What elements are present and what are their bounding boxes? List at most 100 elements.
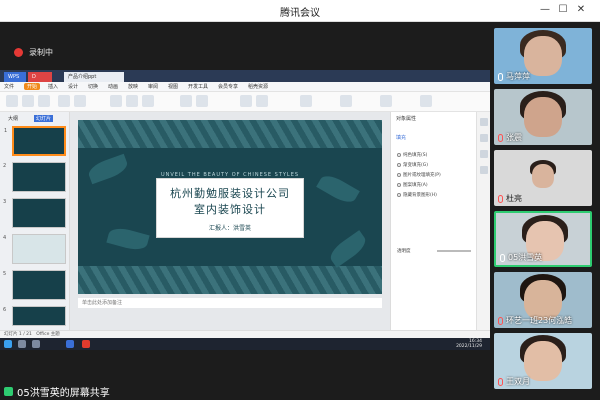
participant-tile-6[interactable]: 王双月 (494, 333, 592, 389)
align-icon[interactable] (180, 95, 192, 107)
paste-icon[interactable] (6, 95, 18, 107)
mic-muted-icon (498, 377, 503, 386)
format-painter-icon[interactable] (38, 95, 50, 107)
menu-home[interactable]: 开始 (24, 83, 41, 90)
meeting-app-icon[interactable] (66, 340, 74, 348)
fill-option-pattern[interactable]: 图案填充(A) (397, 182, 428, 188)
recording-indicator[interactable]: 录制中 (14, 47, 53, 58)
menu-docer[interactable]: 稻壳资源 (248, 83, 268, 90)
participant-face (524, 280, 562, 320)
hide-background-option[interactable]: 隐藏背景图形(H) (397, 192, 437, 198)
windows-taskbar: 16:34 2022/11/29 (0, 338, 490, 350)
transparency-slider[interactable] (437, 250, 471, 252)
floral-band-top (78, 120, 382, 148)
radio-icon (397, 173, 401, 177)
cut-icon[interactable] (22, 95, 34, 107)
title-bar: 腾讯会议 — ☐ ✕ (0, 0, 600, 22)
list-icon[interactable] (196, 95, 208, 107)
shape-icon[interactable] (256, 95, 268, 107)
fill-option-solid[interactable]: 纯色填充(S) (397, 152, 427, 158)
slide-thumb-2[interactable]: 2 (3, 162, 66, 192)
outline-tab[interactable]: 大纲 (8, 115, 18, 122)
participant-name-row: 张震 (498, 132, 522, 143)
current-slide[interactable]: UNVEIL THE BEAUTY OF CHINESE STYLES 杭州勤勉… (78, 120, 382, 294)
menu-view[interactable]: 视图 (168, 83, 178, 90)
arrange-icon[interactable] (300, 95, 312, 107)
menu-design[interactable]: 设计 (68, 83, 78, 90)
font-icon[interactable] (110, 95, 122, 107)
find-icon[interactable] (340, 95, 352, 107)
meeting-window: 腾讯会议 — ☐ ✕ 录制中 WPS D 产品介绍ppt 文件 开始 插入 设计… (0, 0, 600, 400)
participant-name-row: 环艺一班23何泓皓 (498, 315, 572, 326)
menu-transition[interactable]: 切换 (88, 83, 98, 90)
mic-icon (500, 253, 505, 262)
transparency-label: 透明度 (397, 249, 411, 254)
slide-count: 幻灯片 1 / 21 (4, 332, 32, 337)
menu-review[interactable]: 审阅 (148, 83, 158, 90)
floral-band-bottom (78, 266, 382, 294)
select-icon[interactable] (420, 95, 432, 107)
maximize-button[interactable]: ☐ (556, 3, 570, 17)
radio-icon (397, 163, 401, 167)
participant-tile-2[interactable]: 张震 (494, 89, 592, 145)
participant-name-row: 05洪雪英 (500, 252, 542, 263)
notes-field[interactable]: 单击此处添加备注 (78, 298, 382, 308)
mic-muted-icon (498, 316, 503, 325)
new-slide-icon[interactable] (58, 95, 70, 107)
wps-app-icon[interactable] (82, 340, 90, 348)
participant-face (524, 341, 562, 381)
title-card[interactable]: 杭州勤勉服装设计公司 室内装饰设计 汇报人：洪雪英 (156, 178, 304, 238)
slide-thumb-6[interactable]: 6 (3, 306, 66, 326)
menu-insert[interactable]: 插入 (48, 83, 58, 90)
participant-tile-3[interactable]: 杜亮 (494, 150, 592, 206)
design-icon[interactable] (480, 134, 488, 142)
participant-list: 马萍萍 张震 杜亮 05洪雪英 环艺一班23何泓皓 王双月 (494, 28, 592, 394)
slides-tab[interactable]: 幻灯片 (34, 115, 54, 122)
app-tab-d[interactable]: D (28, 72, 52, 82)
textbox-icon[interactable] (240, 95, 252, 107)
participant-face (524, 36, 562, 76)
search-icon[interactable] (18, 340, 26, 348)
slide-canvas[interactable]: UNVEIL THE BEAUTY OF CHINESE STYLES 杭州勤勉… (70, 112, 390, 330)
participant-tile-4[interactable]: 05洪雪英 (494, 211, 592, 267)
slide-title-line1: 杭州勤勉服装设计公司 (170, 187, 290, 200)
shared-screen[interactable]: WPS D 产品介绍ppt 文件 开始 插入 设计 切换 动画 放映 审阅 视图… (0, 70, 490, 350)
property-icon[interactable] (480, 118, 488, 126)
slide-thumb-5[interactable]: 5 (3, 270, 66, 300)
slide-thumbnail-pane[interactable]: 大纲 幻灯片 1 2 3 4 5 6 (0, 112, 70, 330)
slide-thumb-4[interactable]: 4 (3, 234, 66, 264)
app-tab-bar: WPS D 产品介绍ppt (0, 70, 490, 82)
app-tab-ppt[interactable]: 产品介绍ppt (64, 72, 124, 82)
leaf-decoration (106, 225, 150, 253)
screen-share-status: 05洪雪英的屏幕共享 (0, 382, 490, 400)
participant-tile-1[interactable]: 马萍萍 (494, 28, 592, 84)
slide-title-line2: 室内装饰设计 (194, 203, 266, 216)
start-icon[interactable] (4, 340, 12, 348)
settings-icon[interactable] (480, 166, 488, 174)
mic-icon (4, 386, 13, 396)
layout-icon[interactable] (74, 95, 86, 107)
menu-file[interactable]: 文件 (4, 83, 14, 90)
app-tab-wps[interactable]: WPS (4, 72, 26, 82)
participant-tile-5[interactable]: 环艺一班23何泓皓 (494, 272, 592, 328)
bold-icon[interactable] (126, 95, 138, 107)
taskview-icon[interactable] (32, 340, 40, 348)
menu-animation[interactable]: 动画 (108, 83, 118, 90)
fill-option-gradient[interactable]: 渐变填充(G) (397, 162, 428, 168)
mic-muted-icon (498, 194, 503, 203)
slide-thumb-3[interactable]: 3 (3, 198, 66, 228)
minimize-button[interactable]: — (538, 3, 552, 17)
menu-developer[interactable]: 开发工具 (188, 83, 208, 90)
window-title: 腾讯会议 (280, 8, 320, 19)
menu-member[interactable]: 会员专享 (218, 83, 238, 90)
animation-icon[interactable] (480, 150, 488, 158)
italic-icon[interactable] (142, 95, 154, 107)
fill-tab[interactable]: 填充 (396, 134, 406, 141)
screen-share-label: 05洪雪英的屏幕共享 (17, 387, 110, 399)
close-button[interactable]: ✕ (574, 3, 588, 17)
participant-name-row: 王双月 (498, 376, 530, 387)
menu-slideshow[interactable]: 放映 (128, 83, 138, 90)
fill-option-picture[interactable]: 图片或纹理填充(P) (397, 172, 441, 178)
replace-icon[interactable] (380, 95, 392, 107)
slide-thumb-1[interactable]: 1 (4, 126, 66, 156)
